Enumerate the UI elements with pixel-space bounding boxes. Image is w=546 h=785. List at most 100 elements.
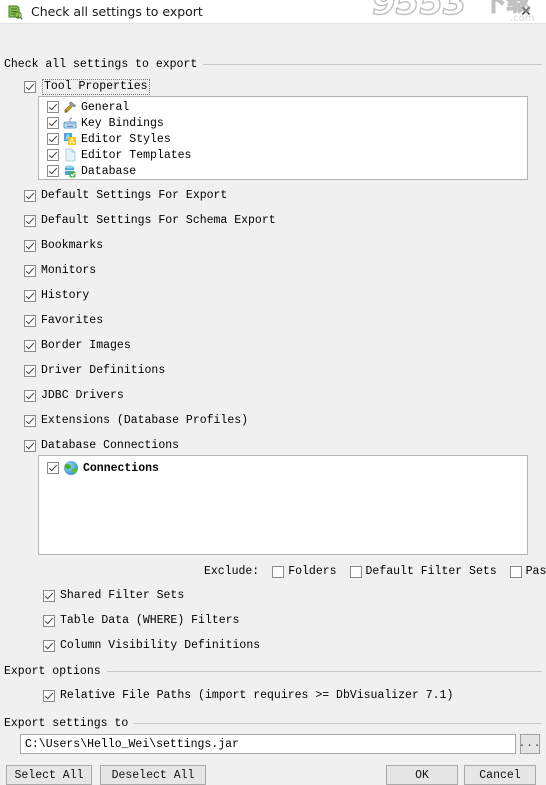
tree-item-editor-styles[interactable]: A A Editor Styles: [39, 131, 527, 147]
export-settings-icon: [7, 4, 23, 20]
group-header-rule-export-options: [106, 671, 542, 672]
label-shared-filter-sets: Shared Filter Sets: [60, 589, 185, 602]
label-border-images: Border Images: [41, 339, 131, 352]
checkbox-general[interactable]: [47, 101, 59, 113]
label-exclude-passwords: Passwords: [525, 565, 546, 578]
group-header-export-options-label: Export options: [4, 665, 101, 678]
checkbox-database[interactable]: [47, 165, 59, 177]
group-header-rule: [203, 64, 542, 65]
window-titlebar: Check all settings to export ✕: [0, 0, 546, 24]
checkbox-editor-styles[interactable]: [47, 133, 59, 145]
checkbox-default-settings-for-export[interactable]: [24, 190, 36, 202]
checkbox-exclude-default-filter-sets[interactable]: [349, 565, 362, 578]
checkbox-favorites[interactable]: [24, 315, 36, 327]
ok-button[interactable]: OK: [386, 765, 458, 785]
checkbox-table-data-where-filters[interactable]: [43, 615, 55, 627]
checkbox-extensions[interactable]: [24, 415, 36, 427]
globe-icon: [64, 461, 78, 475]
checkbox-editor-templates[interactable]: [47, 149, 59, 161]
checkbox-key-bindings[interactable]: [47, 117, 59, 129]
checkbox-row-border-images[interactable]: Border Images: [24, 339, 131, 353]
tree-item-general-label: General: [81, 100, 130, 114]
checkbox-connections[interactable]: [47, 462, 59, 474]
label-tool-properties: Tool Properties: [42, 79, 150, 95]
tree-item-editor-templates-label: Editor Templates: [81, 148, 192, 162]
label-favorites: Favorites: [41, 314, 104, 327]
label-default-settings-for-schema-export: Default Settings For Schema Export: [41, 214, 276, 227]
label-exclude-default-filter-sets: Default Filter Sets: [365, 565, 497, 578]
label-driver-definitions: Driver Definitions: [41, 364, 166, 377]
checkbox-row-default-settings-for-schema-export[interactable]: Default Settings For Schema Export: [24, 214, 276, 228]
checkbox-column-visibility-definitions[interactable]: [43, 640, 55, 652]
checkbox-row-column-visibility-definitions[interactable]: Column Visibility Definitions: [43, 639, 260, 653]
checkbox-border-images[interactable]: [24, 340, 36, 352]
checkbox-history[interactable]: [24, 290, 36, 302]
checkbox-monitors[interactable]: [24, 265, 36, 277]
checkbox-row-extensions[interactable]: Extensions (Database Profiles): [24, 414, 248, 428]
tree-item-general[interactable]: General: [39, 99, 527, 115]
checkbox-row-default-settings-for-export[interactable]: Default Settings For Export: [24, 189, 227, 203]
checkbox-database-connections[interactable]: [24, 440, 36, 452]
checkbox-row-exclude-default-filter-sets[interactable]: Default Filter Sets: [349, 565, 497, 578]
checkbox-shared-filter-sets[interactable]: [43, 590, 55, 602]
cancel-button[interactable]: Cancel: [464, 765, 536, 785]
checkbox-row-relative-file-paths[interactable]: Relative File Paths (import requires >= …: [43, 689, 453, 703]
database-icon: [63, 164, 77, 178]
tree-item-key-bindings-label: Key Bindings: [81, 116, 164, 130]
label-bookmarks: Bookmarks: [41, 239, 104, 252]
letter-a-icon: A A: [63, 132, 77, 146]
label-jdbc-drivers: JDBC Drivers: [41, 389, 124, 402]
checkbox-default-settings-for-schema-export[interactable]: [24, 215, 36, 227]
checkbox-row-monitors[interactable]: Monitors: [24, 264, 96, 278]
connections-panel[interactable]: Connections: [38, 455, 528, 555]
group-header-export-settings-to-label: Export settings to: [4, 717, 129, 730]
tree-item-database[interactable]: Database: [39, 163, 527, 179]
checkbox-row-bookmarks[interactable]: Bookmarks: [24, 239, 103, 253]
tree-item-editor-templates[interactable]: Editor Templates: [39, 147, 527, 163]
svg-text:A: A: [70, 137, 76, 146]
label-relative-file-paths: Relative File Paths (import requires >= …: [60, 689, 454, 702]
deselect-all-button[interactable]: Deselect All: [100, 765, 206, 785]
browse-button[interactable]: ...: [519, 734, 540, 754]
group-header-export-options: Export options: [4, 665, 542, 678]
checkbox-exclude-passwords[interactable]: [509, 565, 522, 578]
label-connections: Connections: [83, 461, 159, 475]
checkbox-row-exclude-folders[interactable]: Folders: [272, 565, 337, 578]
label-default-settings-for-export: Default Settings For Export: [41, 189, 228, 202]
checkbox-exclude-folders[interactable]: [272, 565, 285, 578]
label-history: History: [41, 289, 90, 302]
checkbox-row-exclude-passwords[interactable]: Passwords: [509, 565, 546, 578]
checkbox-row-driver-definitions[interactable]: Driver Definitions: [24, 364, 165, 378]
checkbox-tool-properties[interactable]: [24, 81, 36, 93]
window-title: Check all settings to export: [31, 4, 203, 19]
document-icon: [63, 148, 77, 162]
checkbox-row-tool-properties[interactable]: Tool Properties: [24, 79, 150, 95]
group-header-main-label: Check all settings to export: [4, 58, 198, 71]
checkbox-driver-definitions[interactable]: [24, 365, 36, 377]
checkbox-row-jdbc-drivers[interactable]: JDBC Drivers: [24, 389, 124, 403]
exclude-label: Exclude:: [204, 565, 260, 578]
hammer-wrench-icon: [63, 100, 77, 114]
tree-item-editor-styles-label: Editor Styles: [81, 132, 171, 146]
label-column-visibility-definitions: Column Visibility Definitions: [60, 639, 261, 652]
checkbox-jdbc-drivers[interactable]: [24, 390, 36, 402]
label-table-data-where-filters: Table Data (WHERE) Filters: [60, 614, 240, 627]
checkbox-row-favorites[interactable]: Favorites: [24, 314, 103, 328]
close-icon[interactable]: ✕: [506, 0, 546, 24]
tree-item-key-bindings[interactable]: Key Bindings: [39, 115, 527, 131]
checkbox-row-database-connections[interactable]: Database Connections: [24, 439, 179, 453]
checkbox-relative-file-paths[interactable]: [43, 690, 55, 702]
checkbox-bookmarks[interactable]: [24, 240, 36, 252]
tree-item-database-label: Database: [81, 164, 137, 178]
tool-properties-tree-panel[interactable]: General Key Bindings A A Editor Styles E…: [38, 96, 528, 180]
select-all-button[interactable]: Select All: [6, 765, 92, 785]
label-monitors: Monitors: [41, 264, 97, 277]
export-path-input[interactable]: C:\Users\Hello_Wei\settings.jar: [20, 734, 516, 754]
label-exclude-folders: Folders: [288, 565, 337, 578]
checkbox-row-shared-filter-sets[interactable]: Shared Filter Sets: [43, 589, 184, 603]
connections-tree-item[interactable]: Connections: [39, 456, 527, 475]
group-header-rule-export-settings: [134, 723, 542, 724]
checkbox-row-table-data-where-filters[interactable]: Table Data (WHERE) Filters: [43, 614, 239, 628]
label-database-connections: Database Connections: [41, 439, 180, 452]
checkbox-row-history[interactable]: History: [24, 289, 89, 303]
